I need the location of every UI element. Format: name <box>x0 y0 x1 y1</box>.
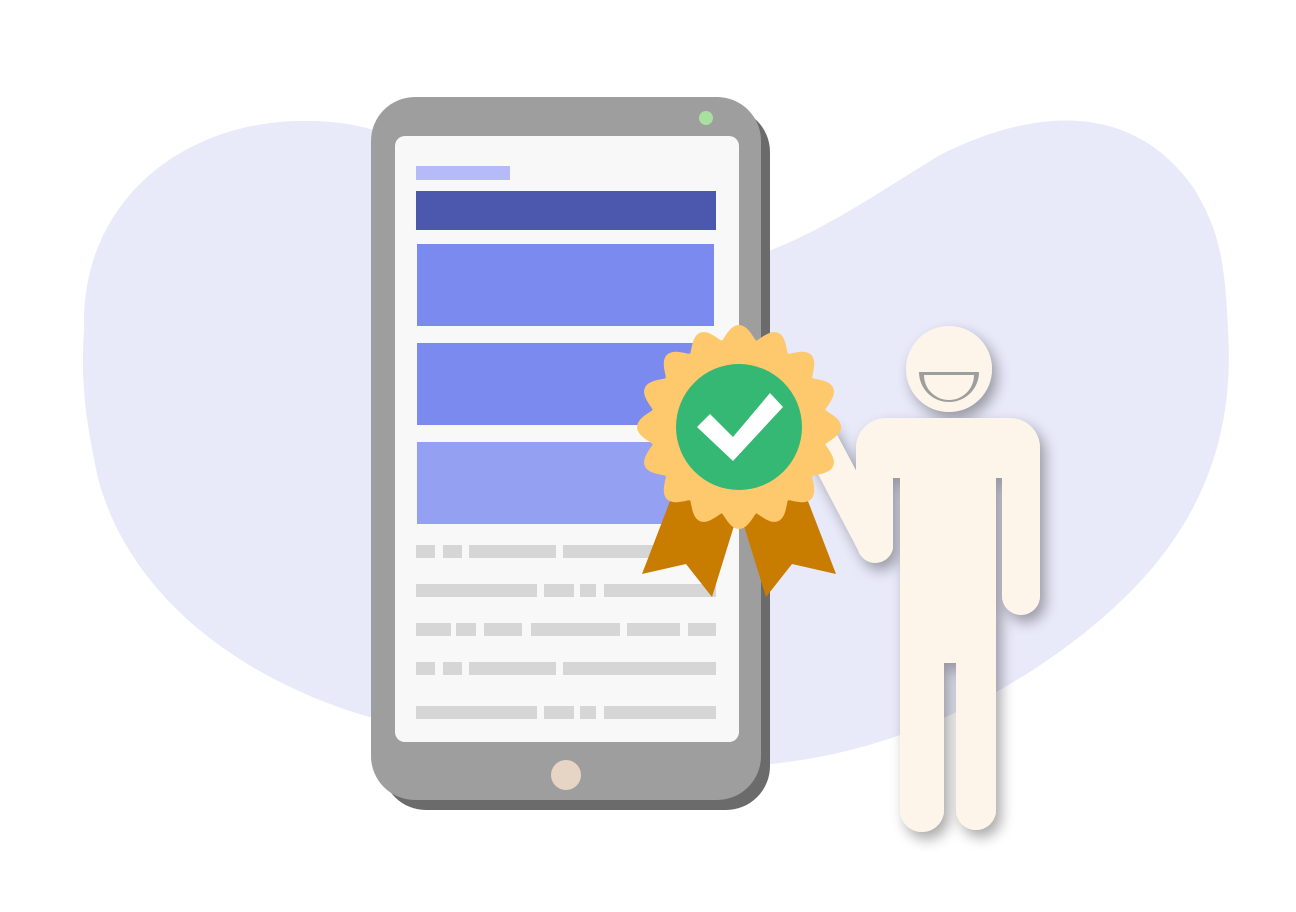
screen-header-bar <box>416 191 716 230</box>
screen-card-1[interactable] <box>417 244 714 326</box>
camera-dot <box>699 111 713 125</box>
screen-header-small <box>416 166 510 180</box>
text-line <box>443 662 462 675</box>
text-line <box>531 623 620 636</box>
text-line <box>604 584 716 597</box>
home-button[interactable] <box>551 760 581 790</box>
text-line <box>416 706 537 719</box>
text-line <box>456 623 476 636</box>
text-line <box>604 706 716 719</box>
badge-circle <box>676 364 802 490</box>
text-line <box>544 706 574 719</box>
text-line <box>469 545 556 558</box>
text-line <box>443 545 462 558</box>
text-line <box>627 623 680 636</box>
text-line <box>544 584 574 597</box>
text-line <box>416 584 537 597</box>
illustration <box>0 0 1296 912</box>
text-line <box>416 662 435 675</box>
text-line <box>580 706 596 719</box>
text-line <box>469 662 556 675</box>
text-line <box>563 662 716 675</box>
text-line <box>484 623 522 636</box>
text-line <box>416 623 451 636</box>
text-line <box>688 623 716 636</box>
text-line <box>416 545 435 558</box>
text-line <box>580 584 596 597</box>
